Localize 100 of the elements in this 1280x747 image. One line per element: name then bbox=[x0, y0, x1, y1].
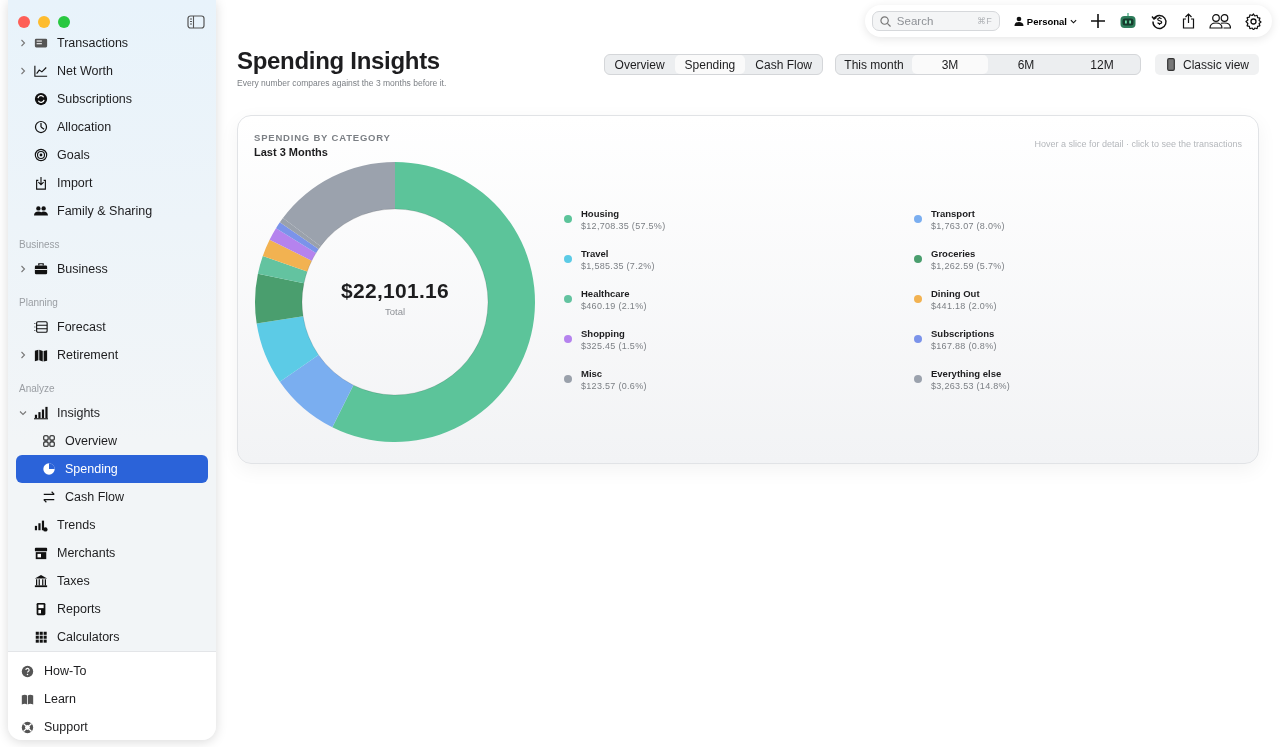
donut-slice[interactable] bbox=[279, 354, 354, 428]
sidebar-toggle-icon[interactable] bbox=[187, 15, 205, 29]
sidebar-item[interactable]: Business bbox=[16, 255, 208, 283]
range-tab[interactable]: 12M bbox=[1064, 55, 1140, 74]
sidebar-item[interactable]: Spending bbox=[16, 455, 208, 483]
legend-amount: $123.57 (0.6%) bbox=[581, 380, 647, 391]
range-tab[interactable]: 6M bbox=[988, 55, 1064, 74]
legend-label: Shopping bbox=[581, 327, 626, 339]
book-icon bbox=[21, 692, 34, 706]
total-amount: $22,101.16 bbox=[340, 279, 450, 303]
sidebar-item[interactable]: Import bbox=[16, 169, 208, 197]
donut-slice[interactable] bbox=[269, 228, 316, 261]
donut-slice[interactable] bbox=[282, 162, 395, 247]
legend-label: Travel bbox=[581, 247, 610, 259]
sidebar-item[interactable]: How-To bbox=[16, 657, 87, 685]
sidebar-item[interactable]: Goals bbox=[16, 141, 208, 169]
calculator-icon bbox=[34, 630, 48, 644]
legend-label: Dining Out bbox=[931, 287, 981, 299]
chevron-down-icon[interactable] bbox=[19, 409, 27, 417]
search-input[interactable]: Search bbox=[896, 15, 967, 27]
minimize-button[interactable] bbox=[38, 16, 50, 28]
donut-slice[interactable] bbox=[332, 162, 535, 442]
sidebar-item[interactable]: Taxes bbox=[16, 567, 208, 595]
donut-slice[interactable] bbox=[255, 273, 304, 324]
classic-view-button[interactable]: Classic view bbox=[1155, 54, 1259, 75]
legend-item[interactable]: Healthcare $460.19 (2.1%) bbox=[564, 287, 914, 311]
legend-item[interactable]: Shopping $325.45 (1.5%) bbox=[564, 327, 914, 351]
cycle-icon bbox=[34, 92, 48, 106]
settings-icon[interactable] bbox=[1245, 12, 1262, 30]
person-icon bbox=[1013, 16, 1024, 26]
section-header: Analyze bbox=[18, 382, 56, 396]
currency-refresh-icon[interactable] bbox=[1151, 12, 1168, 30]
legend-item[interactable]: Housing $12,708.35 (57.5%) bbox=[564, 207, 914, 231]
legend-label: Misc bbox=[581, 367, 604, 379]
legend-item[interactable]: Travel $1,585.35 (7.2%) bbox=[564, 247, 914, 271]
report-icon bbox=[34, 602, 48, 616]
hint-text: Hover a slice for detail · click to see the transactions bbox=[1034, 139, 1242, 151]
donut-slice[interactable] bbox=[262, 239, 312, 272]
legend-item[interactable]: Dining Out $441.18 (2.0%) bbox=[914, 287, 1011, 311]
view-tab[interactable]: Overview bbox=[604, 55, 675, 74]
range-tab[interactable]: This month bbox=[836, 55, 912, 74]
legend-label: Subscriptions bbox=[931, 327, 996, 339]
people-icon[interactable] bbox=[1209, 13, 1231, 29]
sidebar-item[interactable]: Trends bbox=[16, 511, 208, 539]
legend-item[interactable]: Subscriptions $167.88 (0.8%) bbox=[914, 327, 1011, 351]
share-icon[interactable] bbox=[1182, 13, 1195, 29]
chevron-right-icon[interactable] bbox=[19, 265, 27, 273]
chevron-right-icon[interactable] bbox=[19, 351, 27, 359]
card-title: Last 3 Months bbox=[254, 146, 329, 158]
sidebar-item[interactable]: Transactions bbox=[16, 29, 208, 57]
zoom-button[interactable] bbox=[58, 16, 70, 28]
sidebar-item[interactable]: Family & Sharing bbox=[16, 197, 208, 225]
sidebar-item[interactable]: Subscriptions bbox=[16, 85, 208, 113]
legend-item[interactable]: Transport $1,763.07 (8.0%) bbox=[914, 207, 1011, 231]
sidebar-item[interactable]: Insights bbox=[16, 399, 208, 427]
sidebar-item[interactable]: Cash Flow bbox=[16, 483, 208, 511]
sidebar-item[interactable]: Support bbox=[16, 713, 88, 740]
total-label: Total bbox=[384, 306, 406, 317]
view-tab[interactable]: Cash Flow bbox=[745, 55, 822, 74]
legend-label: Transport bbox=[931, 207, 976, 219]
help-icon bbox=[21, 664, 34, 678]
legend-label: Healthcare bbox=[581, 287, 631, 299]
donut-slice[interactable] bbox=[256, 316, 319, 382]
legend-amount: $460.19 (2.1%) bbox=[581, 300, 647, 311]
donut-slice[interactable] bbox=[257, 255, 308, 284]
legend-label: Everything else bbox=[931, 367, 1003, 379]
legend-amount: $1,585.35 (7.2%) bbox=[581, 260, 655, 271]
section-header: Business bbox=[18, 238, 61, 252]
legend-item[interactable]: Groceries $1,262.59 (5.7%) bbox=[914, 247, 1011, 271]
sidebar-item[interactable]: Learn bbox=[16, 685, 76, 713]
range-tab[interactable]: 3M bbox=[912, 55, 988, 74]
grid-icon bbox=[42, 434, 56, 448]
table-icon bbox=[34, 36, 48, 50]
bank-icon bbox=[34, 574, 48, 588]
sidebar-item[interactable]: Retirement bbox=[16, 341, 208, 369]
sidebar-item[interactable]: Reports bbox=[16, 595, 208, 623]
import-icon bbox=[34, 176, 48, 190]
bar-chart-icon bbox=[34, 406, 48, 420]
sidebar-item[interactable]: Merchants bbox=[16, 539, 208, 567]
section-header: Planning bbox=[18, 296, 59, 310]
sidebar-item[interactable]: Net Worth bbox=[16, 57, 208, 85]
view-tab[interactable]: Spending bbox=[674, 55, 746, 74]
profile-menu[interactable]: Personal bbox=[1013, 15, 1077, 27]
add-icon[interactable] bbox=[1091, 14, 1105, 28]
legend-amount: $12,708.35 (57.5%) bbox=[581, 220, 666, 231]
legend-amount: $1,262.59 (5.7%) bbox=[931, 260, 1005, 271]
robot-icon[interactable] bbox=[1119, 12, 1137, 30]
sidebar-item[interactable]: Calculators bbox=[16, 623, 208, 651]
chevron-right-icon[interactable] bbox=[19, 67, 27, 75]
close-button[interactable] bbox=[18, 16, 30, 28]
legend-amount: $1,763.07 (8.0%) bbox=[931, 220, 1005, 231]
legend-amount: $3,263.53 (14.8%) bbox=[931, 380, 1011, 391]
chevron-right-icon[interactable] bbox=[19, 39, 27, 47]
legend-item[interactable]: Everything else $3,263.53 (14.8%) bbox=[914, 367, 1011, 391]
sidebar-item[interactable]: Overview bbox=[16, 427, 208, 455]
swap-arrows-icon bbox=[42, 490, 56, 504]
map-icon bbox=[34, 348, 48, 362]
sidebar-item[interactable]: Allocation bbox=[16, 113, 208, 141]
sidebar-item[interactable]: Forecast bbox=[16, 313, 208, 341]
legend-item[interactable]: Misc $123.57 (0.6%) bbox=[564, 367, 914, 391]
